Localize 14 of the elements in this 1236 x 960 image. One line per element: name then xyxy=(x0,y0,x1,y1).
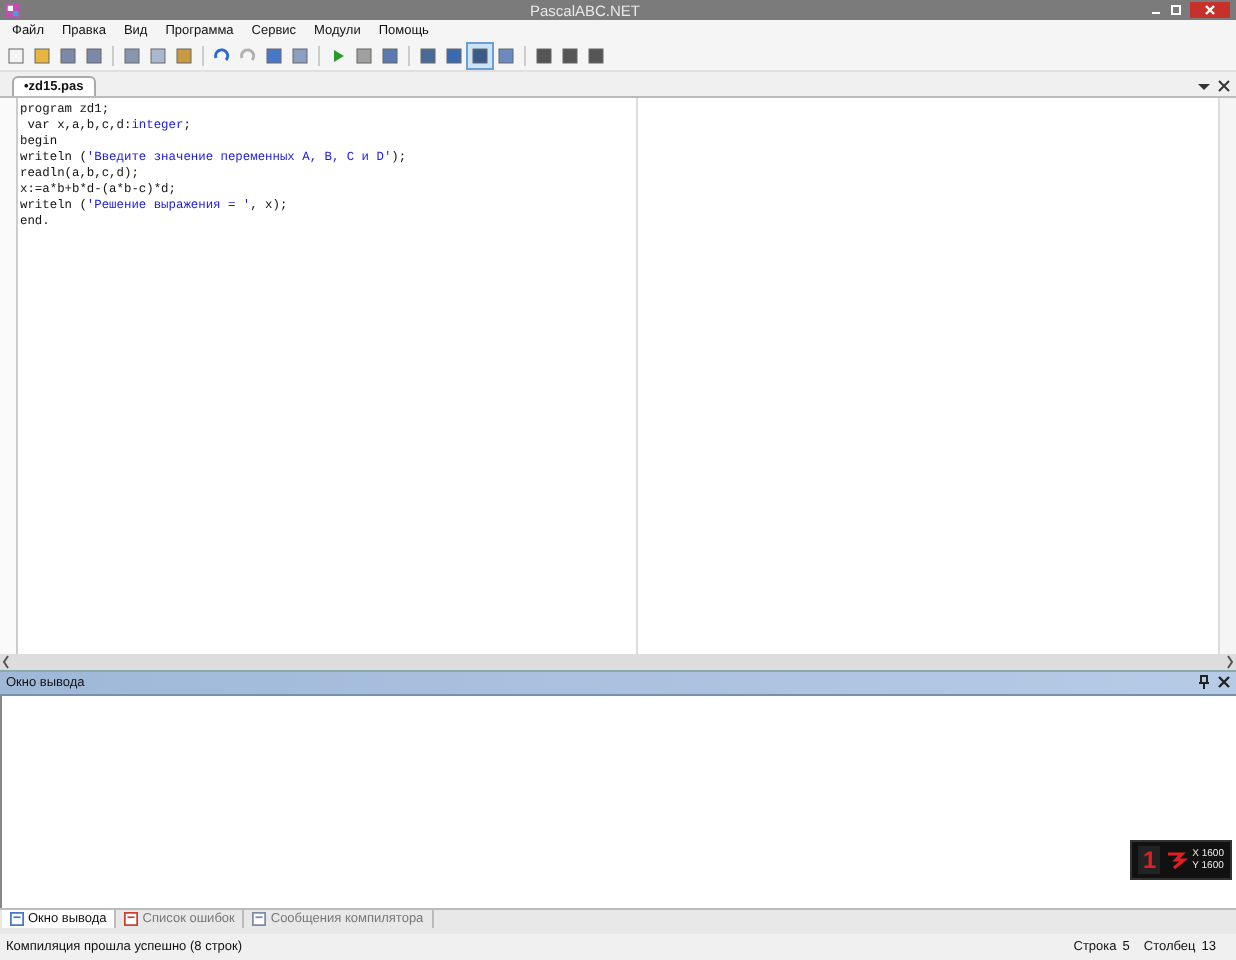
close-icon[interactable] xyxy=(1190,2,1230,18)
tab-errors-icon xyxy=(124,912,139,926)
close-icon[interactable] xyxy=(1216,78,1232,94)
toolbar-stop-icon[interactable] xyxy=(352,43,376,67)
pin-icon[interactable] xyxy=(1196,674,1212,690)
dropdown-icon[interactable] xyxy=(1196,78,1212,94)
tab-messages-icon xyxy=(252,912,267,926)
tab-output-icon xyxy=(10,912,24,926)
vertical-scrollbar[interactable] xyxy=(1218,98,1236,654)
widget-digit: 1 xyxy=(1138,846,1161,874)
restore-icon[interactable] xyxy=(1166,2,1186,18)
scroll-left-icon[interactable] xyxy=(0,654,12,670)
close-icon[interactable] xyxy=(1216,674,1232,690)
scroll-right-icon[interactable] xyxy=(1224,654,1236,670)
